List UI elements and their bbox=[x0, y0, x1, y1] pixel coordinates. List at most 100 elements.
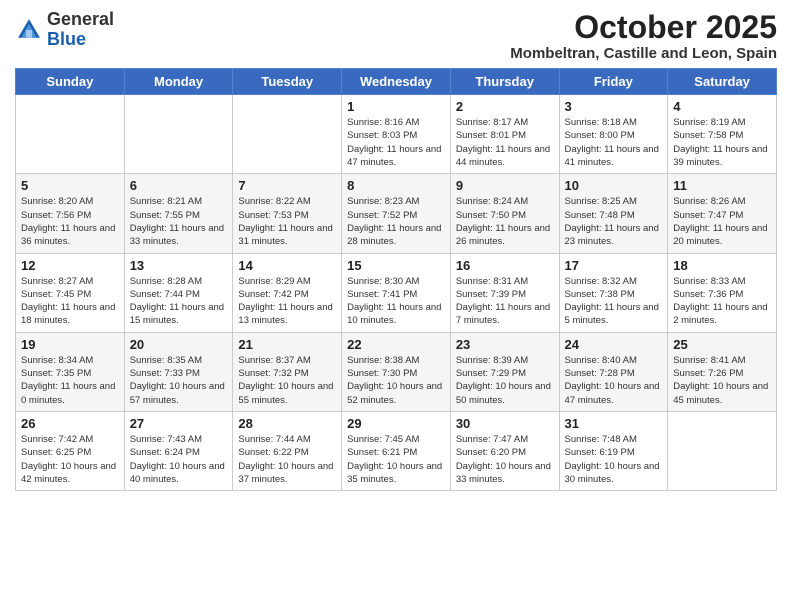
calendar-cell: 13 Sunrise: 8:28 AMSunset: 7:44 PMDayligh… bbox=[124, 253, 233, 332]
day-number: 14 bbox=[238, 258, 336, 273]
calendar-cell: 31 Sunrise: 7:48 AMSunset: 6:19 PMDayligh… bbox=[559, 411, 668, 490]
calendar-cell: 22 Sunrise: 8:38 AMSunset: 7:30 PMDayligh… bbox=[342, 332, 451, 411]
calendar-header-row: Sunday Monday Tuesday Wednesday Thursday… bbox=[16, 69, 777, 95]
day-info: Sunrise: 8:25 AMSunset: 7:48 PMDaylight:… bbox=[565, 195, 663, 248]
day-number: 24 bbox=[565, 337, 663, 352]
logo-icon bbox=[15, 16, 43, 44]
page: General Blue October 2025 Mombeltran, Ca… bbox=[0, 0, 792, 612]
day-info: Sunrise: 8:34 AMSunset: 7:35 PMDaylight:… bbox=[21, 354, 119, 407]
calendar-cell: 24 Sunrise: 8:40 AMSunset: 7:28 PMDayligh… bbox=[559, 332, 668, 411]
day-number: 18 bbox=[673, 258, 771, 273]
day-info: Sunrise: 8:19 AMSunset: 7:58 PMDaylight:… bbox=[673, 116, 771, 169]
day-number: 28 bbox=[238, 416, 336, 431]
day-info: Sunrise: 8:22 AMSunset: 7:53 PMDaylight:… bbox=[238, 195, 336, 248]
calendar-cell: 4 Sunrise: 8:19 AMSunset: 7:58 PMDaylight… bbox=[668, 95, 777, 174]
calendar-cell: 16 Sunrise: 8:31 AMSunset: 7:39 PMDayligh… bbox=[450, 253, 559, 332]
col-saturday: Saturday bbox=[668, 69, 777, 95]
col-monday: Monday bbox=[124, 69, 233, 95]
calendar-cell: 27Sunrise: 7:43 AMSunset: 6:24 PMDayligh… bbox=[124, 411, 233, 490]
day-number: 4 bbox=[673, 99, 771, 114]
calendar-cell: 6Sunrise: 8:21 AMSunset: 7:55 PMDaylight… bbox=[124, 174, 233, 253]
day-number: 29 bbox=[347, 416, 445, 431]
logo-blue-text: Blue bbox=[47, 29, 86, 49]
calendar-cell bbox=[124, 95, 233, 174]
calendar-cell: 17 Sunrise: 8:32 AMSunset: 7:38 PMDayligh… bbox=[559, 253, 668, 332]
day-number: 25 bbox=[673, 337, 771, 352]
day-number: 13 bbox=[130, 258, 228, 273]
logo-general-text: General bbox=[47, 9, 114, 29]
calendar-cell bbox=[233, 95, 342, 174]
day-info: Sunrise: 8:26 AMSunset: 7:47 PMDaylight:… bbox=[673, 195, 771, 248]
day-info: Sunrise: 8:20 AMSunset: 7:56 PMDaylight:… bbox=[21, 195, 119, 248]
calendar-cell: 23Sunrise: 8:39 AMSunset: 7:29 PMDayligh… bbox=[450, 332, 559, 411]
day-info: Sunrise: 8:28 AMSunset: 7:44 PMDaylight:… bbox=[130, 275, 228, 328]
calendar-cell bbox=[668, 411, 777, 490]
calendar-cell: 18 Sunrise: 8:33 AMSunset: 7:36 PMDayligh… bbox=[668, 253, 777, 332]
day-number: 15 bbox=[347, 258, 445, 273]
day-number: 11 bbox=[673, 178, 771, 193]
day-number: 31 bbox=[565, 416, 663, 431]
day-number: 5 bbox=[21, 178, 119, 193]
calendar-cell: 9 Sunrise: 8:24 AMSunset: 7:50 PMDaylight… bbox=[450, 174, 559, 253]
calendar-table: Sunday Monday Tuesday Wednesday Thursday… bbox=[15, 68, 777, 491]
day-info: Sunrise: 8:27 AMSunset: 7:45 PMDaylight:… bbox=[21, 275, 119, 328]
day-info: Sunrise: 8:40 AMSunset: 7:28 PMDaylight:… bbox=[565, 354, 663, 407]
day-number: 27 bbox=[130, 416, 228, 431]
day-number: 6 bbox=[130, 178, 228, 193]
day-info: Sunrise: 8:37 AMSunset: 7:32 PMDaylight:… bbox=[238, 354, 336, 407]
calendar-week-2: 5 Sunrise: 8:20 AMSunset: 7:56 PMDaylight… bbox=[16, 174, 777, 253]
day-number: 1 bbox=[347, 99, 445, 114]
title-block: October 2025 Mombeltran, Castille and Le… bbox=[510, 10, 777, 62]
day-info: Sunrise: 8:41 AMSunset: 7:26 PMDaylight:… bbox=[673, 354, 771, 407]
calendar-cell: 7 Sunrise: 8:22 AMSunset: 7:53 PMDaylight… bbox=[233, 174, 342, 253]
day-number: 20 bbox=[130, 337, 228, 352]
day-number: 16 bbox=[456, 258, 554, 273]
col-sunday: Sunday bbox=[16, 69, 125, 95]
day-number: 8 bbox=[347, 178, 445, 193]
day-number: 9 bbox=[456, 178, 554, 193]
day-info: Sunrise: 8:24 AMSunset: 7:50 PMDaylight:… bbox=[456, 195, 554, 248]
day-number: 12 bbox=[21, 258, 119, 273]
calendar-cell: 26Sunrise: 7:42 AMSunset: 6:25 PMDayligh… bbox=[16, 411, 125, 490]
calendar-week-1: 1Sunrise: 8:16 AMSunset: 8:03 PMDaylight… bbox=[16, 95, 777, 174]
day-info: Sunrise: 8:33 AMSunset: 7:36 PMDaylight:… bbox=[673, 275, 771, 328]
calendar-cell bbox=[16, 95, 125, 174]
day-number: 26 bbox=[21, 416, 119, 431]
col-wednesday: Wednesday bbox=[342, 69, 451, 95]
location: Mombeltran, Castille and Leon, Spain bbox=[510, 45, 777, 62]
day-info: Sunrise: 8:23 AMSunset: 7:52 PMDaylight:… bbox=[347, 195, 445, 248]
day-info: Sunrise: 8:29 AMSunset: 7:42 PMDaylight:… bbox=[238, 275, 336, 328]
day-info: Sunrise: 7:48 AMSunset: 6:19 PMDaylight:… bbox=[565, 433, 663, 486]
day-info: Sunrise: 8:38 AMSunset: 7:30 PMDaylight:… bbox=[347, 354, 445, 407]
day-number: 10 bbox=[565, 178, 663, 193]
col-friday: Friday bbox=[559, 69, 668, 95]
calendar-cell: 8 Sunrise: 8:23 AMSunset: 7:52 PMDaylight… bbox=[342, 174, 451, 253]
day-number: 19 bbox=[21, 337, 119, 352]
calendar-cell: 2Sunrise: 8:17 AMSunset: 8:01 PMDaylight… bbox=[450, 95, 559, 174]
calendar-cell: 3Sunrise: 8:18 AMSunset: 8:00 PMDaylight… bbox=[559, 95, 668, 174]
day-info: Sunrise: 8:31 AMSunset: 7:39 PMDaylight:… bbox=[456, 275, 554, 328]
calendar-cell: 14 Sunrise: 8:29 AMSunset: 7:42 PMDayligh… bbox=[233, 253, 342, 332]
calendar-week-4: 19 Sunrise: 8:34 AMSunset: 7:35 PMDayligh… bbox=[16, 332, 777, 411]
day-number: 17 bbox=[565, 258, 663, 273]
calendar-cell: 15 Sunrise: 8:30 AMSunset: 7:41 PMDayligh… bbox=[342, 253, 451, 332]
calendar-cell: 28 Sunrise: 7:44 AMSunset: 6:22 PMDayligh… bbox=[233, 411, 342, 490]
day-number: 23 bbox=[456, 337, 554, 352]
logo: General Blue bbox=[15, 10, 114, 50]
day-info: Sunrise: 8:32 AMSunset: 7:38 PMDaylight:… bbox=[565, 275, 663, 328]
calendar-cell: 10 Sunrise: 8:25 AMSunset: 7:48 PMDayligh… bbox=[559, 174, 668, 253]
calendar-cell: 1Sunrise: 8:16 AMSunset: 8:03 PMDaylight… bbox=[342, 95, 451, 174]
calendar-cell: 29Sunrise: 7:45 AMSunset: 6:21 PMDayligh… bbox=[342, 411, 451, 490]
day-info: Sunrise: 8:30 AMSunset: 7:41 PMDaylight:… bbox=[347, 275, 445, 328]
day-number: 7 bbox=[238, 178, 336, 193]
day-info: Sunrise: 8:17 AMSunset: 8:01 PMDaylight:… bbox=[456, 116, 554, 169]
col-tuesday: Tuesday bbox=[233, 69, 342, 95]
calendar-cell: 21Sunrise: 8:37 AMSunset: 7:32 PMDayligh… bbox=[233, 332, 342, 411]
col-thursday: Thursday bbox=[450, 69, 559, 95]
calendar-cell: 19 Sunrise: 8:34 AMSunset: 7:35 PMDayligh… bbox=[16, 332, 125, 411]
calendar-cell: 25 Sunrise: 8:41 AMSunset: 7:26 PMDayligh… bbox=[668, 332, 777, 411]
day-info: Sunrise: 7:44 AMSunset: 6:22 PMDaylight:… bbox=[238, 433, 336, 486]
calendar-cell: 5 Sunrise: 8:20 AMSunset: 7:56 PMDaylight… bbox=[16, 174, 125, 253]
day-number: 22 bbox=[347, 337, 445, 352]
calendar-cell: 11 Sunrise: 8:26 AMSunset: 7:47 PMDayligh… bbox=[668, 174, 777, 253]
